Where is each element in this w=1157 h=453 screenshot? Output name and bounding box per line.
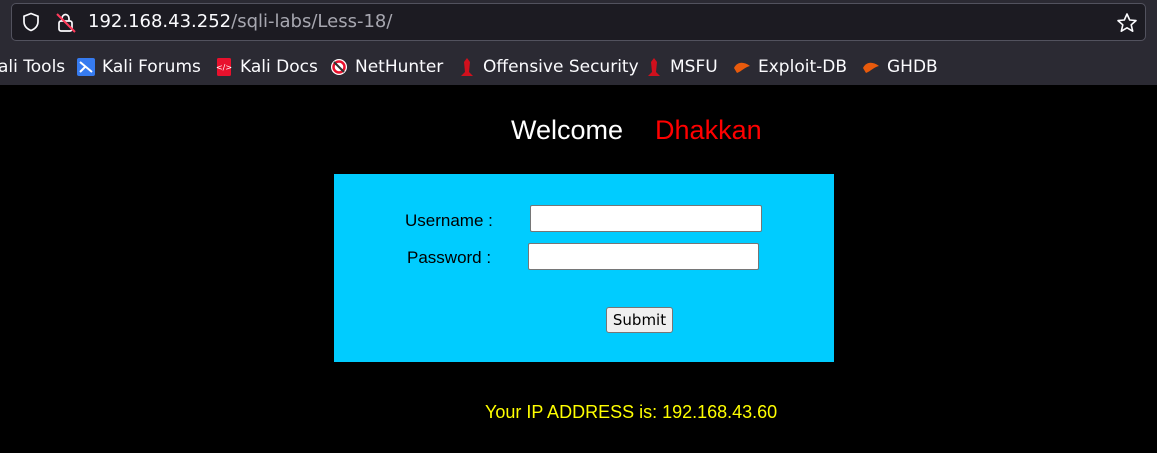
bookmark-kali-forums[interactable]: Kali Forums bbox=[77, 53, 201, 81]
bookmark-label: GHDB bbox=[887, 57, 938, 77]
url-bar[interactable]: 192.168.43.252/sqli-labs/Less-18/ bbox=[11, 3, 1146, 41]
bookmark-label: Exploit-DB bbox=[758, 57, 847, 77]
kali-forums-icon bbox=[77, 58, 95, 76]
bookmark-msfu[interactable]: MSFU bbox=[645, 53, 718, 81]
shield-icon[interactable] bbox=[21, 12, 41, 32]
username-input[interactable] bbox=[530, 205, 762, 232]
bookmark-star-icon[interactable] bbox=[1116, 12, 1138, 34]
welcome-heading: Welcome Dhakkan bbox=[511, 113, 762, 147]
bookmark-label: NetHunter bbox=[355, 57, 444, 77]
bookmarks-toolbar: ali Tools Kali Forums </> Kali Docs NetH… bbox=[0, 53, 1157, 81]
kali-docs-icon: </> bbox=[216, 58, 232, 76]
login-form: Username : Password : Submit bbox=[334, 174, 834, 362]
exploit-db-icon bbox=[734, 62, 750, 73]
insecure-lock-icon[interactable] bbox=[55, 12, 77, 34]
url-host: 192.168.43.252 bbox=[88, 11, 232, 32]
bookmark-label: Kali Docs bbox=[240, 57, 318, 77]
svg-text:</>: </> bbox=[216, 63, 232, 72]
bookmark-kali-tools[interactable]: ali Tools bbox=[0, 53, 65, 81]
browser-chrome: 192.168.43.252/sqli-labs/Less-18/ ali To… bbox=[0, 0, 1157, 85]
bookmark-kali-docs[interactable]: </> Kali Docs bbox=[215, 53, 318, 81]
nethunter-icon bbox=[331, 59, 347, 75]
bookmark-offensive-security[interactable]: Offensive Security bbox=[458, 53, 639, 81]
bookmark-nethunter[interactable]: NetHunter bbox=[330, 53, 443, 81]
welcome-text: Welcome bbox=[511, 115, 624, 145]
bookmark-label: MSFU bbox=[670, 57, 718, 77]
bookmark-ghdb[interactable]: GHDB bbox=[862, 53, 938, 81]
username-label: Username : bbox=[405, 211, 493, 230]
bookmark-exploit-db[interactable]: Exploit-DB bbox=[733, 53, 847, 81]
msfu-icon bbox=[648, 58, 660, 76]
ip-address-text: Your IP ADDRESS is: 192.168.43.60 bbox=[485, 402, 778, 422]
welcome-name: Dhakkan bbox=[655, 115, 762, 145]
password-label: Password : bbox=[407, 248, 492, 267]
url-path: /sqli-labs/Less-18/ bbox=[231, 11, 393, 32]
url-text[interactable]: 192.168.43.252/sqli-labs/Less-18/ bbox=[88, 11, 392, 33]
bookmark-label: ali Tools bbox=[0, 57, 66, 77]
page-content: Welcome Dhakkan Username : Password : Sub… bbox=[0, 85, 1157, 453]
bookmark-label: Offensive Security bbox=[483, 57, 639, 77]
password-input[interactable] bbox=[528, 243, 759, 270]
submit-button[interactable]: Submit bbox=[606, 307, 673, 333]
offensive-security-icon bbox=[461, 58, 473, 76]
bookmark-label: Kali Forums bbox=[102, 57, 201, 77]
ghdb-icon bbox=[863, 62, 879, 73]
